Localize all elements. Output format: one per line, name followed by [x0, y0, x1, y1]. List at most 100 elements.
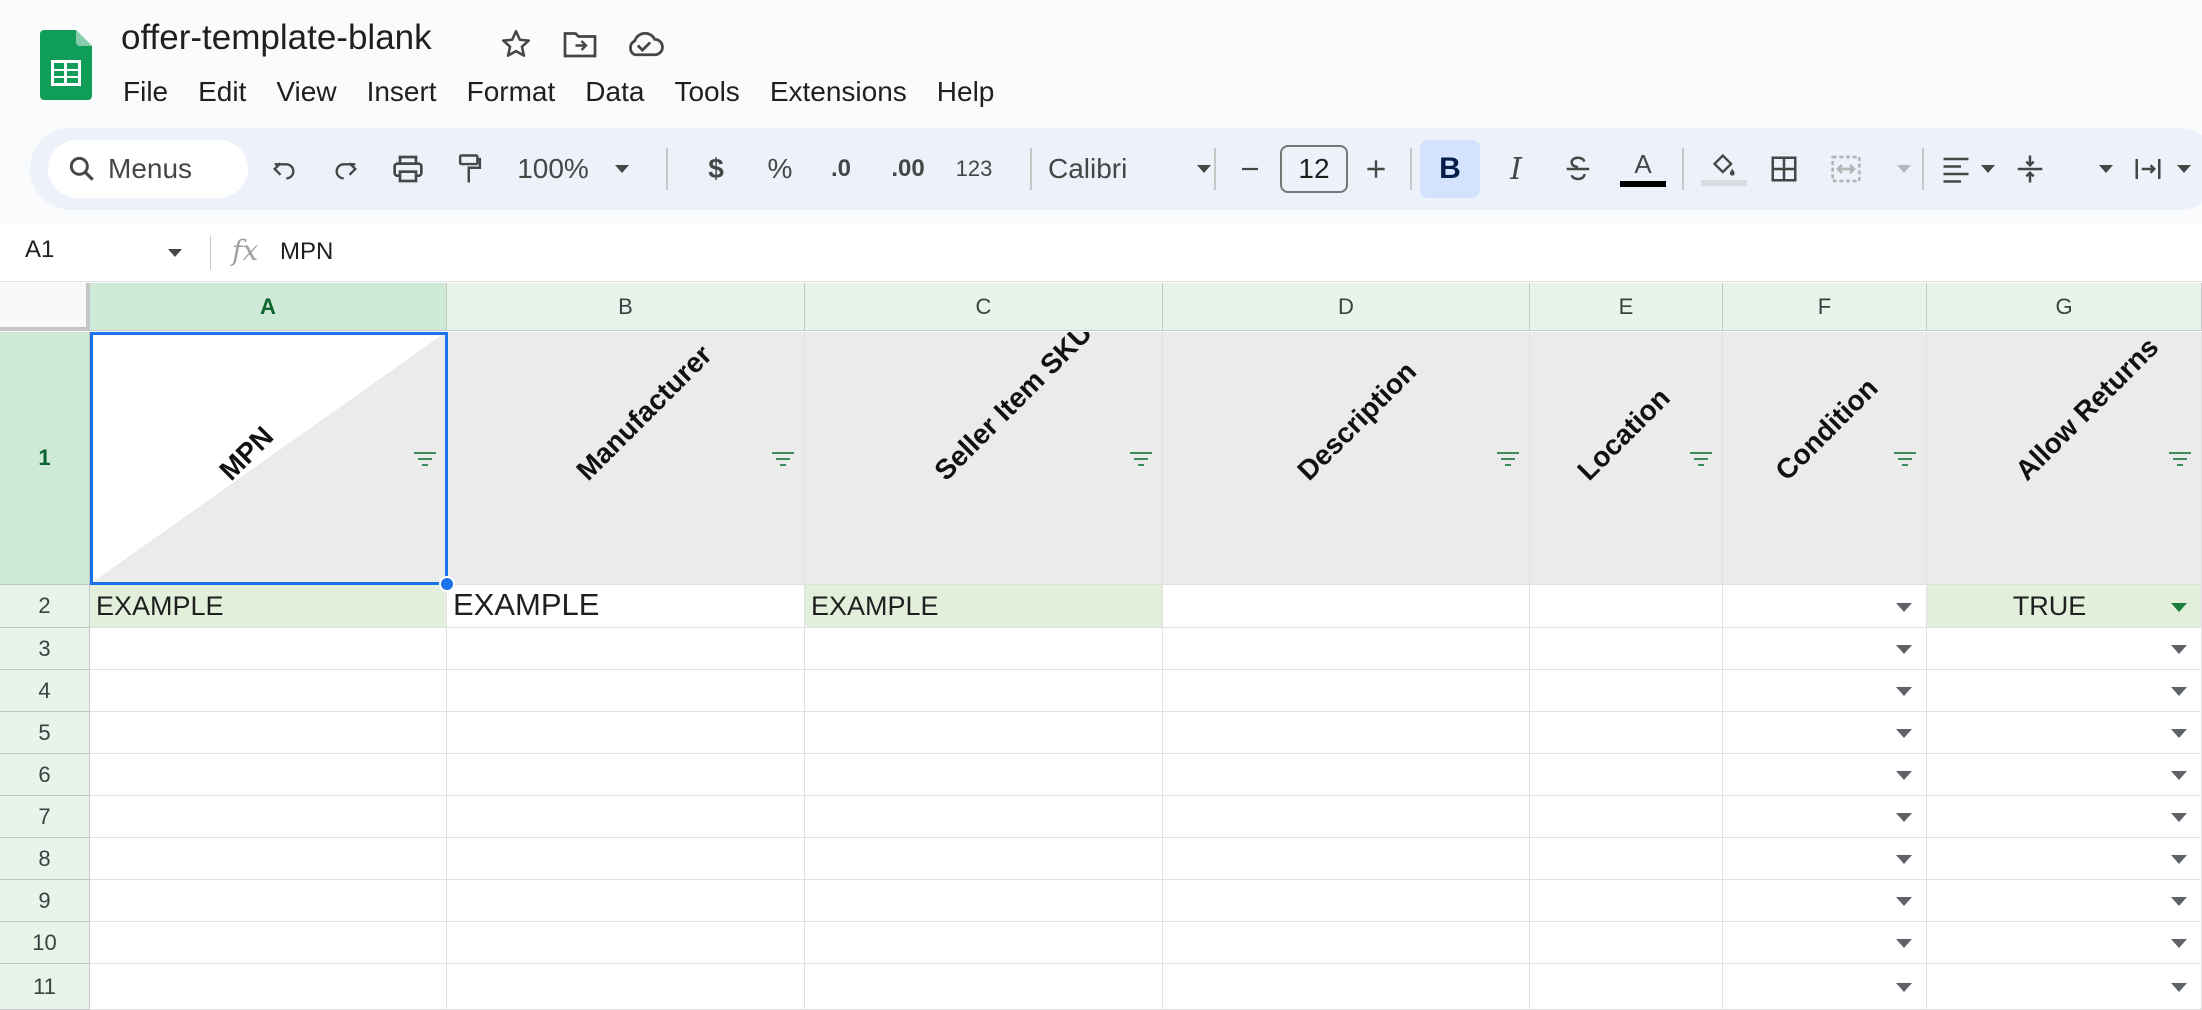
- menu-insert[interactable]: Insert: [352, 70, 452, 114]
- font-size-input[interactable]: 12: [1280, 145, 1348, 193]
- cell-d7[interactable]: [1163, 796, 1530, 838]
- cell-c7[interactable]: [805, 796, 1163, 838]
- menus-search[interactable]: Menus: [48, 140, 248, 198]
- cell-a9[interactable]: [90, 880, 447, 922]
- cell-c1[interactable]: Seller Item SKU: [805, 332, 1163, 585]
- cell-f3[interactable]: [1723, 628, 1927, 670]
- zoom-dropdown-icon[interactable]: [612, 145, 632, 193]
- cell-c4[interactable]: [805, 670, 1163, 712]
- cell-c10[interactable]: [805, 922, 1163, 964]
- star-icon[interactable]: [496, 24, 536, 64]
- cell-f4[interactable]: [1723, 670, 1927, 712]
- column-header-f[interactable]: F: [1723, 283, 1927, 331]
- sheets-logo-icon[interactable]: [40, 30, 92, 100]
- dropdown-chevron-icon[interactable]: [1896, 645, 1912, 654]
- fill-color-icon[interactable]: [1700, 145, 1748, 193]
- dropdown-chevron-icon[interactable]: [1896, 897, 1912, 906]
- filter-icon[interactable]: [1892, 450, 1918, 468]
- cell-a6[interactable]: [90, 754, 447, 796]
- merge-dropdown-icon[interactable]: [1894, 145, 1914, 193]
- row-header-1[interactable]: 1: [0, 332, 90, 585]
- dropdown-chevron-icon[interactable]: [1896, 855, 1912, 864]
- dropdown-chevron-icon[interactable]: [1896, 813, 1912, 822]
- font-family-select[interactable]: Calibri: [1034, 145, 1174, 193]
- cell-c3[interactable]: [805, 628, 1163, 670]
- dropdown-chevron-icon[interactable]: [2171, 687, 2187, 696]
- name-box-dropdown-icon[interactable]: [168, 249, 182, 257]
- menu-extensions[interactable]: Extensions: [755, 70, 922, 114]
- font-dropdown-icon[interactable]: [1194, 145, 1214, 193]
- cell-a8[interactable]: [90, 838, 447, 880]
- increase-decimals-button[interactable]: .00: [878, 145, 938, 193]
- menu-file[interactable]: File: [108, 70, 183, 114]
- currency-format-button[interactable]: $: [698, 145, 734, 193]
- cell-c9[interactable]: [805, 880, 1163, 922]
- cell-d3[interactable]: [1163, 628, 1530, 670]
- move-folder-icon[interactable]: [560, 24, 600, 64]
- wrap-dropdown-icon[interactable]: [2174, 145, 2194, 193]
- cell-f7[interactable]: [1723, 796, 1927, 838]
- cell-c11[interactable]: [805, 964, 1163, 1010]
- cell-e3[interactable]: [1530, 628, 1723, 670]
- cell-g10[interactable]: [1927, 922, 2202, 964]
- row-header-6[interactable]: 6: [0, 754, 90, 796]
- cell-c2[interactable]: EXAMPLE: [805, 585, 1163, 628]
- cell-a10[interactable]: [90, 922, 447, 964]
- dropdown-chevron-icon[interactable]: [1896, 729, 1912, 738]
- cell-b5[interactable]: [447, 712, 805, 754]
- dropdown-chevron-icon[interactable]: [2171, 645, 2187, 654]
- cell-f11[interactable]: [1723, 964, 1927, 1010]
- number-format-button[interactable]: 123: [946, 145, 1002, 193]
- paint-format-icon[interactable]: [448, 145, 492, 193]
- cell-f6[interactable]: [1723, 754, 1927, 796]
- align-dropdown-icon[interactable]: [1978, 145, 1998, 193]
- horizontal-align-icon[interactable]: [1934, 145, 1978, 193]
- dropdown-chevron-icon[interactable]: [2171, 602, 2187, 612]
- row-header-9[interactable]: 9: [0, 880, 90, 922]
- cell-g6[interactable]: [1927, 754, 2202, 796]
- dropdown-chevron-icon[interactable]: [1896, 687, 1912, 696]
- print-icon[interactable]: [386, 145, 430, 193]
- column-header-e[interactable]: E: [1530, 283, 1723, 331]
- cell-f5[interactable]: [1723, 712, 1927, 754]
- column-header-b[interactable]: B: [447, 283, 805, 331]
- dropdown-chevron-icon[interactable]: [2171, 897, 2187, 906]
- cell-a4[interactable]: [90, 670, 447, 712]
- cell-g9[interactable]: [1927, 880, 2202, 922]
- cell-d8[interactable]: [1163, 838, 1530, 880]
- menu-tools[interactable]: Tools: [659, 70, 754, 114]
- cell-c6[interactable]: [805, 754, 1163, 796]
- filter-icon[interactable]: [1688, 450, 1714, 468]
- dropdown-chevron-icon[interactable]: [2171, 771, 2187, 780]
- text-color-button[interactable]: A: [1618, 145, 1668, 193]
- merge-cells-icon[interactable]: [1824, 145, 1868, 193]
- vertical-align-dropdown-icon[interactable]: [2096, 145, 2116, 193]
- cell-g1[interactable]: Allow Returns: [1927, 332, 2202, 585]
- cell-f1[interactable]: Condition: [1723, 332, 1927, 585]
- menu-edit[interactable]: Edit: [183, 70, 261, 114]
- cell-e11[interactable]: [1530, 964, 1723, 1010]
- cell-g3[interactable]: [1927, 628, 2202, 670]
- cell-e7[interactable]: [1530, 796, 1723, 838]
- column-header-d[interactable]: D: [1163, 283, 1530, 331]
- cell-d6[interactable]: [1163, 754, 1530, 796]
- row-header-3[interactable]: 3: [0, 628, 90, 670]
- row-header-4[interactable]: 4: [0, 670, 90, 712]
- cell-e9[interactable]: [1530, 880, 1723, 922]
- cell-g2[interactable]: TRUE: [1927, 585, 2202, 628]
- cell-e4[interactable]: [1530, 670, 1723, 712]
- cell-g7[interactable]: [1927, 796, 2202, 838]
- formula-input[interactable]: MPN: [280, 238, 333, 266]
- cell-d5[interactable]: [1163, 712, 1530, 754]
- dropdown-chevron-icon[interactable]: [1896, 983, 1912, 992]
- dropdown-chevron-icon[interactable]: [1896, 602, 1912, 612]
- row-header-10[interactable]: 10: [0, 922, 90, 964]
- cell-f2[interactable]: [1723, 585, 1927, 628]
- cell-a3[interactable]: [90, 628, 447, 670]
- cell-d2[interactable]: [1163, 585, 1530, 628]
- cell-b6[interactable]: [447, 754, 805, 796]
- filter-icon[interactable]: [770, 450, 796, 468]
- cell-e10[interactable]: [1530, 922, 1723, 964]
- increase-font-size-icon[interactable]: [1356, 145, 1396, 193]
- cell-e5[interactable]: [1530, 712, 1723, 754]
